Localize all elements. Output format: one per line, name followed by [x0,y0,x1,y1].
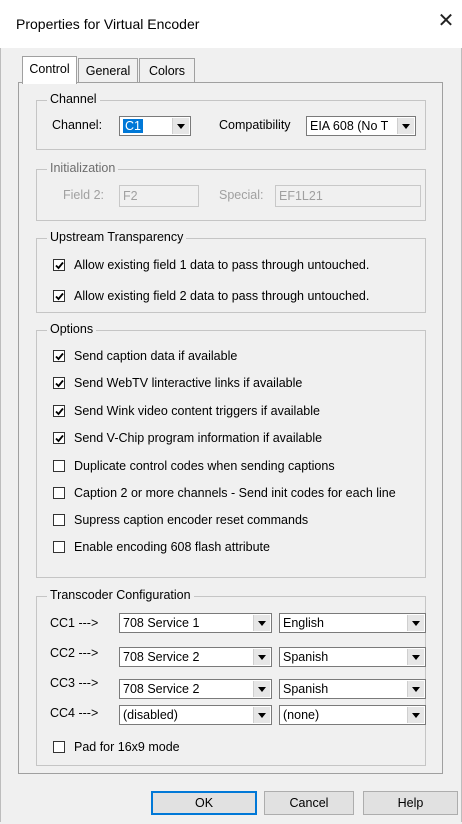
chevron-down-icon[interactable] [397,118,414,134]
special-label: Special: [219,188,264,202]
help-button[interactable]: Help [363,791,458,815]
chevron-down-icon[interactable] [407,615,424,631]
checkbox-send-init-codes[interactable] [53,487,65,499]
chevron-down-icon[interactable] [253,707,270,723]
channel-group-title: Channel [47,92,100,106]
chevron-down-icon[interactable] [172,118,189,134]
field1-pass-label: Allow existing field 1 data to pass thro… [74,258,370,272]
checkbox-flash-attribute[interactable] [53,541,65,553]
checkbox-send-vchip-info[interactable] [53,432,65,444]
suppress-reset-label: Supress caption encoder reset commands [74,513,309,527]
cc2-service-select[interactable]: 708 Service 2 [119,647,272,667]
upstream-group-title: Upstream Transparency [47,230,187,244]
send-init-codes-label: Caption 2 or more channels - Send init c… [74,486,396,500]
compatibility-label: Compatibility [219,118,291,132]
cc2-label: CC2 ---> [50,646,99,660]
cc2-language-select[interactable]: Spanish [279,647,426,667]
chevron-down-icon[interactable] [407,707,424,723]
field2-pass-label: Allow existing field 2 data to pass thro… [74,289,370,303]
checkbox-send-caption-data[interactable] [53,350,65,362]
channel-select-value: C1 [123,119,143,133]
send-vchip-info-label: Send V-Chip program information if avail… [74,431,323,445]
field2-label: Field 2: [63,188,104,202]
cc4-service-select[interactable]: (disabled) [119,705,272,725]
close-icon[interactable]: ✕ [436,11,456,31]
channel-label: Channel: [52,118,103,132]
cc4-label: CC4 ---> [50,706,99,720]
checkbox-send-webtv-links[interactable] [53,377,65,389]
initialization-group-title: Initialization [47,161,119,175]
cc3-label: CC3 ---> [50,676,99,690]
chevron-down-icon[interactable] [253,649,270,665]
special-input[interactable]: EF1L21 [275,185,421,207]
cancel-button[interactable]: Cancel [264,791,354,815]
cc4-language-select[interactable]: (none) [279,705,426,725]
compatibility-select[interactable]: EIA 608 (No T [306,116,416,136]
chevron-down-icon[interactable] [407,649,424,665]
duplicate-control-codes-label: Duplicate control codes when sending cap… [74,459,335,473]
send-wink-triggers-label: Send Wink video content triggers if avai… [74,404,320,418]
channel-select[interactable]: C1 [119,116,191,136]
window-title: Properties for Virtual Encoder [16,16,200,32]
compatibility-select-value: EIA 608 (No T [310,119,389,133]
chevron-down-icon[interactable] [407,681,424,697]
chevron-down-icon[interactable] [253,615,270,631]
tab-colors[interactable]: Colors [139,58,195,83]
tab-control[interactable]: Control [22,56,77,84]
ok-button[interactable]: OK [151,791,257,815]
cc3-service-select[interactable]: 708 Service 2 [119,679,272,699]
checkbox-pad-16x9[interactable] [53,741,65,753]
chevron-down-icon[interactable] [253,681,270,697]
transcoder-group-title: Transcoder Configuration [47,588,194,602]
field2-input[interactable]: F2 [119,185,199,207]
cc3-language-select[interactable]: Spanish [279,679,426,699]
checkbox-duplicate-control-codes[interactable] [53,460,65,472]
checkbox-send-wink-triggers[interactable] [53,405,65,417]
send-caption-data-label: Send caption data if available [74,349,238,363]
checkbox-field1-pass[interactable] [53,259,65,271]
cc1-label: CC1 ---> [50,616,99,630]
tab-general[interactable]: General [78,58,138,83]
options-group-title: Options [47,322,97,336]
pad-16x9-label: Pad for 16x9 mode [74,740,180,754]
flash-attribute-label: Enable encoding 608 flash attribute [74,540,270,554]
checkbox-suppress-reset[interactable] [53,514,65,526]
cc1-language-select[interactable]: English [279,613,426,633]
send-webtv-links-label: Send WebTV linteractive links if availab… [74,376,303,390]
checkbox-field2-pass[interactable] [53,290,65,302]
cc1-service-select[interactable]: 708 Service 1 [119,613,272,633]
